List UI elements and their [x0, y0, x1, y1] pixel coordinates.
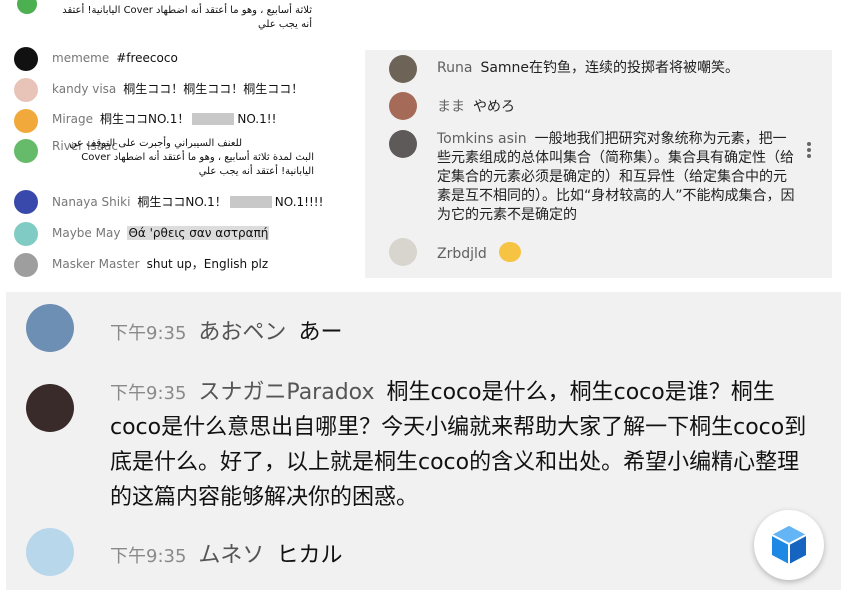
chat-panel-bottom: 下午9:35 あおペン あー 下午9:35 スナガニParadox 桐生coco是什么，… — [6, 292, 841, 590]
comment-row: mememe #freecoco — [52, 51, 178, 66]
comment-row: Mirage 桐生ココNO.1！ NO.1!! — [52, 112, 276, 127]
comment-text: NO.1!!!! — [274, 195, 324, 209]
comment-text: ヒカル — [276, 543, 343, 568]
redacted-block — [192, 113, 235, 125]
avatar — [26, 384, 74, 432]
author-name[interactable]: Tomkins asin — [437, 131, 527, 147]
avatar — [26, 304, 74, 352]
redacted-block — [229, 196, 272, 208]
author-name[interactable]: Nanaya Shiki — [52, 195, 130, 209]
author-name[interactable]: Runa — [437, 60, 472, 76]
avatar — [14, 190, 38, 214]
avatar — [14, 78, 38, 102]
comment-text: 桐生ココ！桐生ココ！桐生ココ！ — [123, 82, 304, 96]
author-name[interactable]: スナガニParadox — [198, 380, 374, 405]
comment-text: NO.1!! — [237, 112, 277, 126]
avatar — [389, 55, 417, 83]
author-name[interactable]: Zrbdjld — [437, 246, 487, 262]
comment-text: Samne在钓鱼，连续的投掷者将被嘲笑。 — [480, 60, 740, 76]
author-name[interactable]: kandy visa — [52, 82, 116, 96]
comment-row: Zrbdjld — [437, 242, 522, 264]
timestamp: 下午9:35 — [110, 323, 187, 344]
avatar — [14, 47, 38, 71]
comment-row: Nanaya Shiki 桐生ココNO.1！ NO.1!!!! — [52, 195, 323, 210]
avatar — [14, 222, 38, 246]
avatar — [14, 253, 38, 277]
comment-text: やめろ — [473, 99, 515, 115]
timestamp: 下午9:35 — [110, 383, 187, 404]
author-name[interactable]: あおペン — [198, 320, 286, 345]
comment-text: 桐生ココNO.1！ — [99, 112, 190, 126]
comment-row: 下午9:35 あおペン あー — [110, 314, 342, 346]
avatar — [26, 528, 74, 576]
comment-text: ثلاثة أسابيع ، وهو ما أعتقد أنه اضطهاد C… — [62, 5, 312, 30]
chat-panel-right: Runa Samne在钓鱼，连续的投掷者将被嘲笑。 まま やめろ Tomkins a… — [365, 50, 832, 278]
avatar — [17, 0, 37, 14]
floating-action-button[interactable] — [754, 510, 824, 580]
vertical-dots-icon[interactable] — [805, 140, 813, 164]
chat-panel-left: ثلاثة أسابيع ، وهو ما أعتقد أنه اضطهاد C… — [0, 0, 365, 280]
smile-emoji-icon — [499, 242, 522, 262]
comment-row: 下午9:35 スナガニParadox 桐生coco是什么，桐生coco是谁？桐生co… — [110, 376, 815, 516]
comment-row: まま やめろ — [437, 97, 515, 117]
avatar — [14, 109, 38, 133]
author-name[interactable]: Maybe May — [52, 226, 120, 240]
comment-text: #freecoco — [116, 51, 178, 65]
comment-row: Tomkins asin 一般地我们把研究对象统称为元素，把一些元素组成的总体叫集… — [437, 130, 799, 225]
comment-row: Runa Samne在钓鱼，连续的投掷者将被嘲笑。 — [437, 58, 739, 78]
author-name[interactable]: まま — [437, 99, 465, 115]
comment-text: 桐生ココNO.1！ — [137, 195, 227, 209]
author-name[interactable]: ムネソ — [198, 543, 264, 568]
author-name[interactable]: Masker Master — [52, 257, 140, 271]
author-name[interactable]: mememe — [52, 51, 109, 65]
comment-text: Θά 'ρθεις σαν αστραπή — [127, 226, 270, 240]
comment-row: kandy visa 桐生ココ！桐生ココ！桐生ココ！ — [52, 82, 303, 97]
comment-row: Maybe May Θά 'ρθεις σαν αστραπή — [52, 226, 270, 241]
avatar — [14, 139, 38, 163]
author-name[interactable]: Mirage — [52, 112, 93, 126]
comment-text: للعنف السيبراني وأجبرت على التوقف عن الب… — [69, 138, 314, 177]
comment-row: Masker Master shut up，English plz — [52, 257, 268, 272]
avatar — [389, 130, 417, 158]
cube-icon — [771, 526, 807, 564]
timestamp: 下午9:35 — [110, 546, 187, 567]
comment-text: shut up，English plz — [146, 257, 269, 271]
avatar — [389, 238, 417, 266]
comment-text: あー — [298, 320, 343, 345]
avatar — [389, 92, 417, 120]
comment-row: 下午9:35 ムネソ ヒカル — [110, 537, 342, 569]
